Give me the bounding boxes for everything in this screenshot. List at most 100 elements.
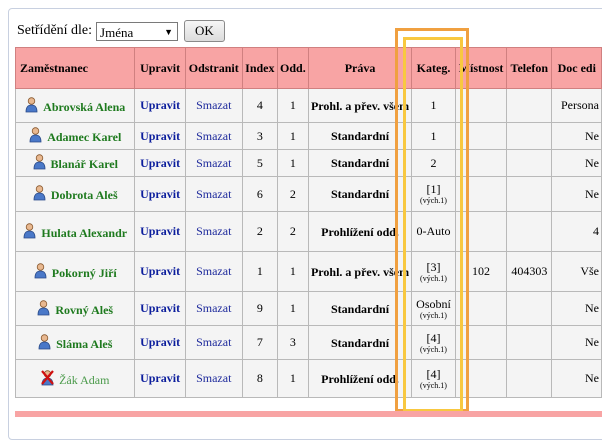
edit-link[interactable]: Upravit	[134, 122, 186, 150]
doc-cell: Vše	[551, 251, 602, 292]
index-cell: 5	[241, 149, 278, 177]
employee-name[interactable]: Sláma Aleš	[56, 337, 112, 351]
col-header-doc: Doc edi	[551, 47, 602, 89]
edit-link[interactable]: Upravit	[134, 176, 186, 212]
col-header-category[interactable]: Kateg.	[411, 47, 456, 89]
employee-name[interactable]: Dobrota Aleš	[51, 188, 118, 202]
category-cell: [3] (vých.1)	[411, 251, 456, 292]
user-icon	[23, 222, 36, 239]
delete-link[interactable]: Smazat	[184, 359, 243, 398]
employee-name[interactable]: Pokorný Jiří	[52, 266, 117, 280]
rights-cell: Standardní	[307, 291, 413, 326]
employee-name[interactable]: Abrovská Alena	[43, 100, 125, 114]
category-default: (vých.1)	[420, 310, 447, 320]
employee-name-cell[interactable]: Abrovská Alena	[14, 88, 136, 123]
employee-name[interactable]: Hulata Alexandr	[41, 226, 127, 240]
col-header-room[interactable]: Místnost	[454, 47, 508, 89]
employee-name-cell[interactable]: Hulata Alexandr	[14, 211, 136, 252]
edit-link[interactable]: Upravit	[134, 88, 186, 123]
delete-link[interactable]: Smazat	[184, 251, 243, 292]
category-cell: [1] (vých.1)	[411, 176, 456, 212]
employee-name-cell[interactable]: Adamec Karel	[14, 122, 136, 150]
employees-table: Zaměstnanec Upravit Odstranit Index Odd.…	[14, 47, 602, 398]
phone-cell	[506, 88, 553, 123]
doc-cell: Ne	[551, 325, 602, 360]
rights-cell: Prohl. a přev. všem	[307, 88, 413, 123]
edit-link[interactable]: Upravit	[134, 325, 186, 360]
delete-link[interactable]: Smazat	[184, 149, 243, 177]
category-value: [4]	[426, 330, 441, 345]
employee-name[interactable]: Žák Adam	[59, 373, 109, 387]
employee-name[interactable]: Adamec Karel	[47, 130, 121, 144]
index-cell: 1	[241, 251, 278, 292]
dept-cell: 1	[276, 149, 309, 177]
user-icon	[33, 154, 46, 170]
index-cell: 3	[241, 122, 278, 150]
category-value: 1	[430, 98, 437, 112]
category-default: (vých.1)	[420, 380, 447, 390]
category-value: [4]	[426, 366, 441, 381]
doc-cell: Persona	[551, 88, 602, 123]
category-value: 2	[430, 155, 437, 170]
table-footer-strip	[15, 411, 602, 417]
phone-cell	[506, 149, 553, 177]
col-header-phone[interactable]: Telefon	[506, 47, 553, 89]
dept-cell: 1	[276, 359, 309, 398]
rights-cell: Prohlížení odd.	[307, 359, 413, 398]
edit-link[interactable]: Upravit	[134, 291, 186, 326]
ok-button[interactable]: OK	[184, 20, 225, 42]
delete-link[interactable]: Smazat	[184, 88, 243, 123]
phone-cell	[506, 176, 553, 212]
edit-link[interactable]: Upravit	[134, 359, 186, 398]
employee-name[interactable]: Blanář Karel	[51, 157, 118, 171]
category-cell: Osobní (vých.1)	[411, 291, 456, 326]
dept-cell: 1	[276, 122, 309, 150]
category-default: (vých.1)	[420, 344, 447, 354]
employee-name-cell[interactable]: Žák Adam	[14, 359, 136, 398]
employee-name-cell[interactable]: Dobrota Aleš	[14, 176, 136, 212]
phone-cell	[506, 122, 553, 150]
room-cell	[454, 176, 508, 212]
doc-cell: Ne	[551, 359, 602, 398]
edit-link[interactable]: Upravit	[134, 251, 186, 292]
employee-name-cell[interactable]: Blanář Karel	[14, 149, 136, 177]
sort-bar: Setřídění dle: Jména ▼ OK	[17, 20, 225, 42]
dept-cell: 3	[276, 325, 309, 360]
col-header-rights[interactable]: Práva	[307, 47, 413, 89]
employee-name[interactable]: Rovný Aleš	[55, 303, 113, 317]
room-cell	[454, 149, 508, 177]
col-header-index[interactable]: Index	[241, 47, 278, 89]
category-cell: 1	[411, 88, 456, 123]
delete-link[interactable]: Smazat	[184, 122, 243, 150]
table-row: Adamec Karel Upravit Smazat 3 1 Standardní 1 Ne	[14, 122, 602, 150]
delete-link[interactable]: Smazat	[184, 176, 243, 212]
employee-name-cell[interactable]: Sláma Aleš	[14, 325, 136, 360]
phone-cell	[506, 291, 553, 326]
category-value: 1	[430, 128, 437, 143]
index-cell: 2	[241, 211, 278, 252]
col-header-dept[interactable]: Odd.	[276, 47, 309, 89]
edit-link[interactable]: Upravit	[134, 149, 186, 177]
index-cell: 8	[241, 359, 278, 398]
delete-link[interactable]: Smazat	[184, 211, 243, 252]
delete-link[interactable]: Smazat	[184, 291, 243, 326]
sort-select[interactable]: Jména ▼	[96, 21, 179, 41]
delete-link[interactable]: Smazat	[184, 325, 243, 360]
category-cell: [4] (vých.1)	[411, 359, 456, 398]
category-value: 0-Auto	[416, 224, 451, 238]
phone-cell	[506, 325, 553, 360]
col-header-edit: Upravit	[134, 47, 186, 89]
col-header-delete: Odstranit	[184, 47, 243, 89]
room-cell: 102	[454, 251, 508, 292]
employee-name-cell[interactable]: Rovný Aleš	[14, 291, 136, 326]
user-icon	[33, 185, 46, 201]
index-cell: 4	[241, 88, 278, 123]
chevron-down-icon: ▼	[164, 26, 174, 37]
phone-cell	[506, 359, 553, 398]
rights-cell: Prohlížení odd.	[307, 211, 413, 252]
category-default: (vých.1)	[420, 273, 447, 283]
employee-name-cell[interactable]: Pokorný Jiří	[14, 251, 136, 292]
table-row: Žák Adam Upravit Smazat 8 1 Prohlížení odd. [4…	[14, 359, 602, 398]
edit-link[interactable]: Upravit	[134, 211, 186, 252]
col-header-employee[interactable]: Zaměstnanec	[14, 47, 136, 89]
